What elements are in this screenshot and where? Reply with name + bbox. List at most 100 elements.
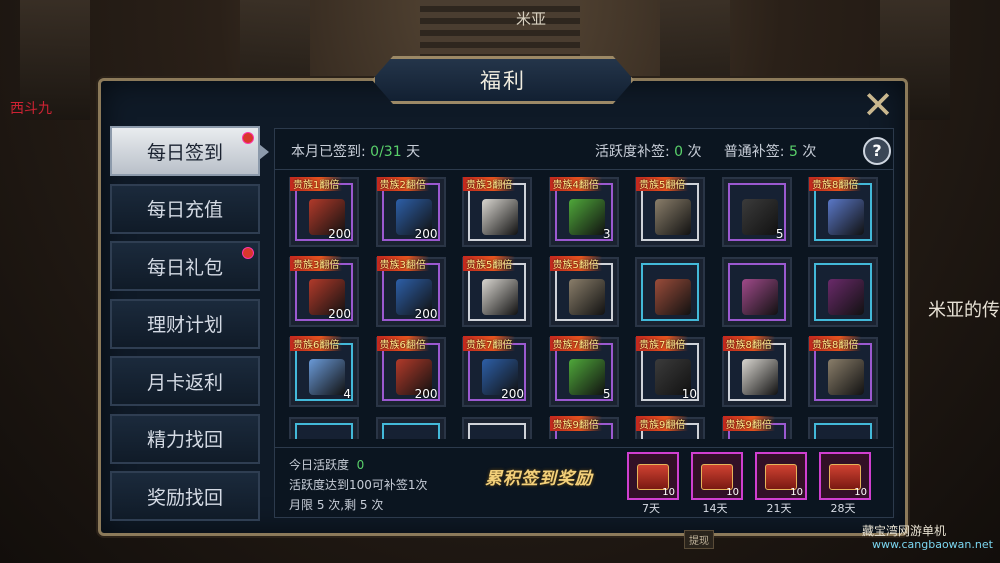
reward-cell[interactable]: 贵族8翻倍 [721, 336, 792, 407]
cumulative-reward-title: 累积签到奖励 [485, 469, 593, 489]
vip-double-tag: 贵族6翻倍 [376, 336, 429, 351]
reward-cell[interactable]: 贵族8翻倍 [808, 177, 878, 247]
vip-double-tag: 贵族5翻倍 [463, 256, 516, 271]
reward-cell[interactable]: 贵族7翻倍 10 [635, 336, 705, 407]
cumulative-chest[interactable]: 10 [755, 452, 807, 500]
help-icon[interactable]: ? [863, 137, 891, 165]
reward-quantity: 10 [681, 387, 697, 401]
reward-grid: 贵族1翻倍 200 贵族2翻倍 200 贵族3翻倍 贵族4翻倍 3 贵族5翻倍 5 贵族8翻倍 贵族… [289, 177, 889, 439]
reward-cell[interactable]: 5 [721, 177, 792, 247]
sign-in-content: 本月已签到: 0/31 天 活跃度补签: 0 次 普通补签: 5 次 ? 贵族1… [274, 128, 894, 518]
chest-days-label: 28天 [830, 502, 856, 515]
activity-makeup-label: 活跃度补签: [595, 144, 670, 160]
close-icon[interactable]: ✕ [860, 86, 896, 124]
reward-cell[interactable]: 贵族6翻倍 4 [289, 336, 359, 407]
reward-cell[interactable]: 贵族5翻倍 [635, 177, 705, 247]
sign-in-info-bar: 本月已签到: 0/31 天 活跃度补签: 0 次 普通补签: 5 次 ? [275, 129, 893, 170]
sidebar-item-3[interactable]: 理财计划 [110, 298, 260, 349]
reward-cell[interactable]: 贵族9翻倍 [635, 416, 705, 439]
signed-unit: 天 [406, 144, 421, 160]
vip-double-tag: 贵族2翻倍 [376, 177, 429, 191]
cumulative-chest[interactable]: 10 [819, 452, 871, 500]
reward-cell[interactable]: 贵族5翻倍 [462, 256, 532, 327]
reward-cell[interactable]: 贵族8翻倍 [808, 336, 878, 407]
reward-cell[interactable]: 贵族2翻倍 200 [375, 177, 446, 247]
reward-cell[interactable]: 贵族3翻倍 [462, 177, 532, 247]
cumulative-chest[interactable]: 10 [691, 452, 743, 500]
sidebar-item-6[interactable]: 奖励找回 [110, 471, 260, 521]
reward-item-icon [309, 359, 345, 395]
vip-double-tag: 贵族8翻倍 [722, 336, 775, 351]
reward-item-icon [568, 359, 605, 395]
bottom-scene-button[interactable]: 提现 [684, 530, 714, 549]
reward-cell[interactable]: 贵族3翻倍 200 [375, 256, 446, 327]
normal-makeup-unit: 次 [802, 144, 817, 160]
reward-quantity: 200 [414, 227, 438, 241]
reward-frame [814, 343, 872, 401]
watermark-title: 藏宝湾网游单机 [862, 524, 947, 538]
reward-cell[interactable] [289, 417, 359, 439]
reward-cell[interactable] [721, 257, 792, 327]
reward-quantity: 5 [775, 227, 784, 241]
vip-double-tag: 贵族8翻倍 [809, 177, 862, 191]
active-indicator-arrow [259, 144, 269, 160]
reward-frame [468, 423, 526, 439]
makeup-counts: 活跃度补签: 0 次 普通补签: 5 次 [595, 141, 816, 161]
reward-cell[interactable] [462, 417, 532, 439]
reward-item-icon [568, 199, 605, 235]
reward-quantity: 4 [343, 387, 351, 401]
panel-title-tab: 福利 [372, 56, 634, 104]
reward-cell[interactable] [375, 417, 446, 439]
reward-frame [814, 263, 872, 321]
reward-cell[interactable]: 贵族4翻倍 3 [548, 177, 619, 247]
reward-cell[interactable]: 贵族6翻倍 200 [375, 336, 446, 407]
reward-frame [381, 423, 440, 439]
reward-item-icon [741, 359, 778, 395]
reward-frame [641, 263, 699, 321]
reward-cell[interactable]: 贵族1翻倍 200 [289, 177, 359, 247]
reward-frame [468, 183, 526, 241]
reward-quantity: 3 [602, 227, 611, 241]
reward-cell[interactable] [808, 417, 878, 439]
reward-item-icon [568, 279, 605, 315]
reward-cell[interactable]: 贵族9翻倍 [721, 416, 792, 439]
vip-double-tag: 贵族3翻倍 [376, 256, 429, 271]
chest-days-label: 14天 [702, 502, 728, 515]
sidebar-item-5[interactable]: 精力找回 [110, 413, 260, 464]
reward-cell[interactable]: 贵族3翻倍 200 [289, 256, 359, 327]
vip-double-tag: 贵族9翻倍 [549, 416, 602, 431]
sidebar-item-label: 每日充值 [146, 199, 223, 221]
signed-value: 0/31 [370, 144, 402, 160]
chest-quantity: 10 [726, 487, 739, 498]
reward-item-icon [655, 279, 691, 315]
reward-cell[interactable]: 贵族7翻倍 5 [548, 336, 619, 407]
npc-dialog-snippet: 米亚的传 [928, 300, 1000, 321]
reward-item-icon [741, 279, 778, 315]
player-name-label: 西斗九 [10, 101, 52, 117]
reward-quantity: 200 [328, 307, 351, 321]
reward-cell[interactable] [808, 257, 878, 327]
reward-cell[interactable]: 贵族5翻倍 [548, 256, 619, 327]
reward-quantity: 5 [602, 387, 611, 401]
reward-item-icon [741, 199, 778, 235]
cumulative-chest[interactable]: 10 [627, 452, 679, 500]
sidebar-item-2[interactable]: 每日礼包 [110, 241, 260, 291]
reward-cell[interactable]: 贵族9翻倍 [548, 416, 619, 439]
reward-cell[interactable] [635, 257, 705, 327]
reward-item-icon [655, 199, 691, 235]
activity-makeup-unit: 次 [687, 144, 702, 160]
sidebar-item-4[interactable]: 月卡返利 [110, 356, 260, 406]
watermark-url: www.cangbaowan.net [872, 538, 993, 551]
activity-makeup-value: 0 [674, 144, 684, 160]
vip-double-tag: 贵族3翻倍 [463, 177, 516, 191]
signed-count: 本月已签到: 0/31 天 [291, 141, 420, 161]
makeup-rule: 活跃度达到100可补签1次 [289, 478, 428, 492]
sidebar-item-0[interactable]: 每日签到 [110, 126, 260, 176]
vip-double-tag: 贵族9翻倍 [722, 416, 775, 431]
vip-double-tag: 贵族7翻倍 [463, 336, 516, 351]
vip-double-tag: 贵族5翻倍 [636, 177, 689, 191]
reward-cell[interactable]: 贵族7翻倍 200 [462, 336, 532, 407]
reward-frame [814, 423, 872, 439]
sidebar-item-label: 理财计划 [146, 314, 223, 336]
sidebar-item-1[interactable]: 每日充值 [110, 183, 260, 234]
